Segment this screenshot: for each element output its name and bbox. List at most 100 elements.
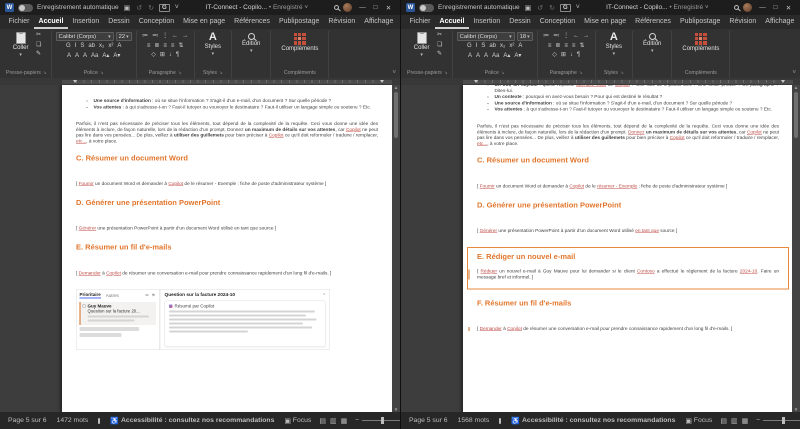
autosave-toggle[interactable]	[18, 4, 33, 12]
font-format-button[interactable]: I	[474, 42, 479, 51]
scrollbar-thumb[interactable]	[794, 92, 798, 138]
save-status-chevron-icon[interactable]: ˅	[705, 4, 709, 11]
font-name-select[interactable]: Calibri (Corps) ▾	[457, 32, 515, 41]
scroll-up-icon[interactable]: ▲	[394, 85, 398, 90]
menu-tab[interactable]: Révision	[324, 15, 360, 29]
paragraph-format-button[interactable]: ◇	[150, 51, 158, 60]
dialog-launcher-icon[interactable]: ↘	[620, 70, 624, 76]
redo-icon[interactable]: ↻	[548, 4, 556, 12]
horizontal-ruler[interactable]	[401, 78, 800, 85]
accessibility-status[interactable]: ♿ Accessibilité : consultez nos recomman…	[110, 417, 274, 425]
dialog-launcher-icon[interactable]: ↘	[178, 70, 182, 76]
ribbon-collapse-icon[interactable]: ˅	[792, 70, 796, 76]
font-format-button[interactable]: S	[79, 42, 86, 51]
clipboard-tool-button[interactable]: ❏	[435, 41, 443, 50]
page-indicator[interactable]: Page 5 sur 6	[409, 417, 448, 424]
word-count[interactable]: 1472 mots	[57, 417, 89, 424]
redo-icon[interactable]: ↻	[147, 4, 155, 12]
paragraph-format-button[interactable]: ⋮	[562, 32, 571, 41]
addins-button[interactable]: Compléments	[275, 31, 324, 53]
font-format-button[interactable]: A▾	[112, 52, 122, 61]
menu-tab[interactable]: Références	[631, 15, 676, 29]
indent-marker[interactable]	[380, 80, 384, 83]
ribbon-collapse-icon[interactable]: ˅	[392, 70, 396, 76]
font-format-button[interactable]: G	[465, 42, 473, 51]
menu-tab[interactable]: Insertion	[68, 15, 104, 29]
edition-button[interactable]: Édition ▾	[637, 31, 667, 55]
user-avatar[interactable]	[743, 3, 752, 12]
font-format-button[interactable]: ab	[87, 42, 97, 51]
styles-button[interactable]: A Styles ▾	[600, 31, 628, 58]
menu-tab[interactable]: Mise en page	[580, 15, 631, 29]
clipboard-tool-button[interactable]: ✂	[435, 31, 443, 40]
font-size-select[interactable]: 22 ▾	[116, 32, 132, 41]
font-format-button[interactable]: S	[480, 42, 487, 51]
menu-tab[interactable]: Mise en page	[179, 15, 230, 29]
close-button[interactable]: ✕	[782, 4, 795, 12]
dialog-launcher-icon[interactable]: ↘	[444, 70, 448, 76]
paste-button[interactable]: Coller ▾	[10, 31, 32, 59]
proofing-icon[interactable]	[499, 418, 501, 424]
bold-quick-button[interactable]: G	[560, 4, 571, 12]
menu-tab[interactable]: Dessin	[104, 15, 134, 29]
font-format-button[interactable]: A	[474, 52, 481, 61]
menu-tab[interactable]: Conception	[535, 15, 579, 29]
paragraph-format-button[interactable]: ¶	[174, 51, 180, 60]
edition-button[interactable]: Édition ▾	[236, 31, 266, 55]
menu-tab[interactable]: Dessin	[505, 15, 535, 29]
paragraph-format-button[interactable]: ¶	[575, 51, 581, 60]
paragraph-format-button[interactable]: ⊞	[158, 51, 166, 60]
font-format-button[interactable]: A	[482, 52, 489, 61]
clipboard-tool-button[interactable]: ✂	[34, 31, 42, 40]
autosave-toggle[interactable]	[419, 4, 434, 12]
menu-tab[interactable]: Accueil	[34, 15, 68, 29]
search-icon[interactable]	[734, 5, 739, 10]
font-format-button[interactable]: x²	[107, 42, 115, 51]
paragraph-format-button[interactable]: ≡	[546, 42, 553, 51]
view-mode-button[interactable]: ▥	[731, 417, 738, 425]
dialog-launcher-icon[interactable]: ↘	[501, 70, 505, 76]
font-format-button[interactable]: G	[64, 42, 72, 51]
paragraph-format-button[interactable]: ↓	[167, 51, 173, 60]
document-page[interactable]: Une source d'information : où se situe l…	[62, 85, 392, 412]
view-mode-button[interactable]: ▤	[319, 417, 326, 425]
paragraph-format-button[interactable]: ←	[572, 32, 581, 41]
undo-icon[interactable]: ↺	[536, 4, 544, 12]
zoom-control[interactable]: − +	[756, 417, 800, 424]
menu-tab[interactable]: Publipostage	[274, 15, 323, 29]
font-format-button[interactable]: ab	[488, 42, 498, 51]
paragraph-format-button[interactable]: ≕	[151, 32, 160, 41]
font-format-button[interactable]: x²	[508, 42, 516, 51]
font-format-button[interactable]: A	[73, 52, 80, 61]
zoom-out-button[interactable]: −	[355, 417, 359, 424]
indent-marker[interactable]	[474, 80, 478, 83]
paragraph-format-button[interactable]: ≡	[162, 42, 169, 51]
clipboard-tool-button[interactable]: ❏	[34, 41, 42, 50]
accessibility-status[interactable]: ♿ Accessibilité : consultez nos recomman…	[511, 417, 675, 425]
view-mode-button[interactable]: ▦	[341, 417, 348, 425]
scroll-down-icon[interactable]: ▼	[794, 407, 798, 412]
font-format-button[interactable]: A	[65, 52, 72, 61]
maximize-button[interactable]: □	[369, 4, 382, 12]
zoom-slider-thumb[interactable]	[381, 417, 384, 424]
menu-tab[interactable]: Fichier	[4, 15, 34, 29]
vertical-scrollbar[interactable]: ▲ ▼	[792, 85, 800, 412]
font-format-button[interactable]: x₂	[98, 42, 106, 51]
search-icon[interactable]	[334, 5, 339, 10]
focus-mode-button[interactable]: ▣ Focus	[284, 417, 311, 425]
quick-access-chevron-icon[interactable]: ˅	[575, 4, 581, 11]
scroll-up-icon[interactable]: ▲	[794, 85, 798, 90]
menu-tab[interactable]: Affichage	[761, 15, 799, 29]
paragraph-format-button[interactable]: ◇	[551, 51, 559, 60]
font-format-button[interactable]: A	[116, 42, 123, 51]
paste-button[interactable]: Coller ▾	[411, 31, 433, 59]
paragraph-format-button[interactable]: ≣	[153, 42, 161, 51]
font-format-button[interactable]: I	[73, 42, 78, 51]
menu-tab[interactable]: Affichage	[360, 15, 398, 29]
bold-quick-button[interactable]: G	[159, 4, 170, 12]
clipboard-tool-button[interactable]: ✎	[435, 50, 443, 59]
zoom-out-button[interactable]: −	[756, 417, 760, 424]
close-button[interactable]: ✕	[382, 4, 395, 12]
paragraph-format-button[interactable]: ≡	[169, 42, 176, 51]
font-format-button[interactable]: A	[81, 52, 88, 61]
